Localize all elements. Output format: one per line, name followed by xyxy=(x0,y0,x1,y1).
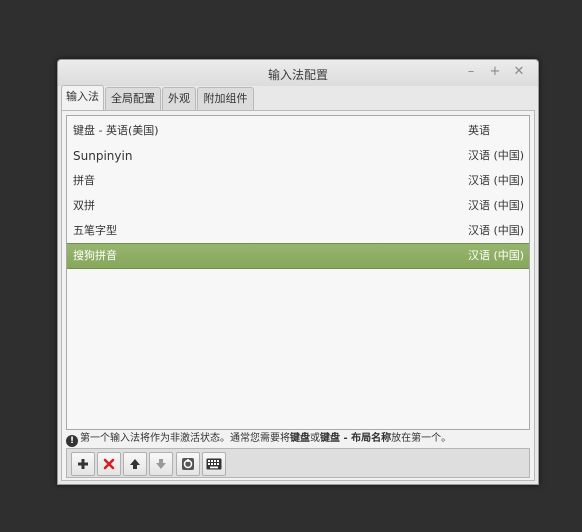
input-method-language: 汉语 (中国) xyxy=(468,224,525,237)
tab-appearance[interactable]: 外观 xyxy=(162,87,196,110)
remove-button[interactable] xyxy=(97,452,121,476)
list-toolbar xyxy=(66,448,530,478)
tab-input-methods[interactable]: 输入法 xyxy=(61,85,104,111)
configure-icon xyxy=(182,458,194,470)
keyboard-layout-button[interactable] xyxy=(202,452,226,476)
titlebar[interactable]: 输入法配置 – + ✕ xyxy=(58,60,538,86)
tab-global-config[interactable]: 全局配置 xyxy=(105,87,161,110)
note-text-3: 放在第一个。 xyxy=(391,433,452,444)
input-method-name: 键盘 - 英语(美国) xyxy=(73,124,159,137)
close-button[interactable]: ✕ xyxy=(510,63,528,81)
input-method-name: Sunpinyin xyxy=(73,149,133,163)
tab-addons[interactable]: 附加组件 xyxy=(197,87,254,110)
list-item[interactable]: 五笔字型 汉语 (中国) xyxy=(67,219,529,243)
arrow-up-icon xyxy=(130,459,140,469)
list-item[interactable]: 键盘 - 英语(美国) 英语 xyxy=(67,119,529,143)
minimize-button[interactable]: – xyxy=(462,63,480,81)
list-item[interactable]: Sunpinyin 汉语 (中国) xyxy=(67,144,529,168)
input-method-name: 五笔字型 xyxy=(73,224,117,237)
move-up-button[interactable] xyxy=(123,452,147,476)
plus-icon xyxy=(78,459,88,469)
maximize-button[interactable]: + xyxy=(486,63,504,81)
list-item[interactable]: 双拼 汉语 (中国) xyxy=(67,194,529,218)
note-text-1: 第一个输入法将作为非激活状态。通常您需要将 xyxy=(80,433,290,444)
list-item-selected[interactable]: 搜狗拼音 汉语 (中国) xyxy=(67,243,529,269)
delete-icon xyxy=(103,458,115,470)
list-item[interactable]: 拼音 汉语 (中国) xyxy=(67,169,529,193)
arrow-down-icon xyxy=(156,459,166,469)
input-method-name: 搜狗拼音 xyxy=(73,249,117,262)
input-method-list[interactable]: 键盘 - 英语(美国) 英语 Sunpinyin 汉语 (中国) 拼音 汉语 (… xyxy=(66,115,530,430)
input-method-config-window: 输入法配置 – + ✕ 输入法 全局配置 外观 附加组件 键盘 - 英语(美国)… xyxy=(57,59,539,485)
note-text-2: 或 xyxy=(310,433,320,444)
move-down-button[interactable] xyxy=(149,452,173,476)
info-note: ! 第一个输入法将作为非激活状态。通常您需要将键盘或键盘 - 布局名称放在第一个。 xyxy=(66,431,530,447)
keyboard-icon xyxy=(206,458,222,470)
input-method-panel: 键盘 - 英语(美国) 英语 Sunpinyin 汉语 (中国) 拼音 汉语 (… xyxy=(61,110,535,481)
input-method-language: 汉语 (中国) xyxy=(468,174,525,187)
input-method-name: 拼音 xyxy=(73,174,95,187)
info-icon: ! xyxy=(66,435,78,447)
note-bold-2: 键盘 - 布局名称 xyxy=(320,433,392,444)
input-method-language: 汉语 (中国) xyxy=(468,249,525,262)
add-button[interactable] xyxy=(71,452,95,476)
input-method-name: 双拼 xyxy=(73,199,95,212)
configure-button[interactable] xyxy=(176,452,200,476)
note-bold-1: 键盘 xyxy=(290,433,310,444)
input-method-language: 汉语 (中国) xyxy=(468,199,525,212)
input-method-language: 英语 xyxy=(468,124,490,137)
input-method-language: 汉语 (中国) xyxy=(468,149,525,162)
